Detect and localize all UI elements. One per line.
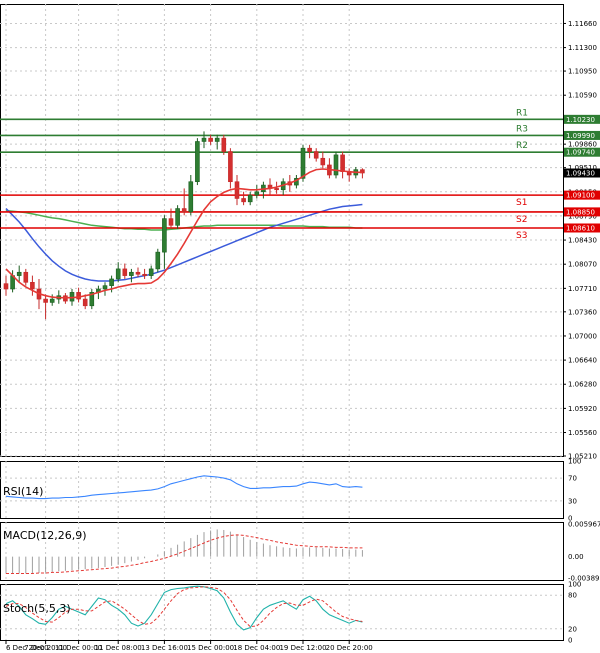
price-tick-label: 1.10950 [568, 68, 597, 76]
level-price-r3: 1.09990 [566, 132, 595, 140]
candle-body [333, 154, 339, 176]
price-tick-label: 1.06640 [568, 357, 597, 365]
candle-body [320, 157, 326, 166]
candle-body [340, 154, 345, 172]
candle-body [228, 151, 233, 183]
stoch-title: Stoch(5,5,3) [3, 602, 71, 615]
x-tick-label: 20 Dec 20:00 [326, 644, 373, 652]
x-tick-label: 19 Dec 12:00 [279, 644, 326, 652]
price-tick-label: 1.08430 [568, 237, 597, 245]
candle-body [181, 208, 187, 213]
x-tick-label: 18 Dec 04:00 [233, 644, 280, 652]
rsi-tick-label: 70 [568, 475, 577, 483]
price-tick-label: 1.07710 [568, 285, 597, 293]
candle-body [82, 298, 88, 307]
macd-tick-label: 0.00 [568, 553, 584, 561]
candle-body [214, 137, 220, 142]
candle-body [30, 282, 35, 290]
price-tick-label: 1.11300 [568, 44, 597, 52]
level-name-s1: S1 [516, 198, 527, 208]
candle-body [162, 218, 167, 253]
rsi-tick-label: 30 [568, 497, 577, 505]
candle-body [155, 251, 161, 270]
candle-body [195, 141, 200, 183]
candle-body [23, 271, 29, 283]
price-frame [0, 4, 564, 457]
price-tick-label: 1.09860 [568, 141, 597, 149]
candle-body [234, 181, 240, 199]
rsi-tick-label: 100 [568, 458, 581, 466]
candle-body [109, 278, 114, 286]
candle-body [241, 198, 246, 203]
candle-body [208, 137, 213, 142]
candle-body [247, 194, 253, 203]
candle-body [76, 292, 81, 300]
candle-body [300, 147, 306, 179]
candle-body [313, 151, 319, 159]
level-price-r2: 1.09740 [566, 149, 595, 157]
candle-body [188, 181, 194, 213]
stoch-frame [0, 584, 564, 641]
x-tick-label: 13 Dec 16:00 [141, 644, 188, 652]
candle-body [148, 268, 154, 276]
level-name-r2: R2 [516, 141, 528, 151]
candle-body [49, 298, 55, 303]
chart-root: R3 R2 R1 S1 S2 S3 RSI(14) MACD(12,26,9) Stoch… [0, 0, 600, 653]
candle-body [69, 292, 75, 302]
level-name-s2: S2 [516, 215, 527, 225]
price-tick-label: 1.08070 [568, 261, 597, 269]
stoch-tick-label: 80 [568, 592, 577, 600]
macd-title: MACD(12,26,9) [3, 529, 87, 542]
candle-body [135, 271, 141, 275]
level-price-s2: 1.08850 [566, 208, 595, 216]
price-tick-label: 1.07360 [568, 308, 597, 316]
stoch-tick-label: 0 [568, 637, 572, 645]
candle-body [254, 191, 260, 196]
x-tick-label: 15 Dec 00:00 [187, 644, 234, 652]
chart-background-layer [0, 4, 564, 641]
candle-body [129, 271, 134, 276]
candle-body [307, 147, 312, 152]
level-name-r3: R3 [516, 124, 528, 134]
candle-body [122, 268, 128, 276]
candle-body [43, 298, 48, 303]
price-tick-label: 1.05560 [568, 429, 597, 437]
level-price-r1: 1.10230 [566, 116, 595, 124]
level-name-s3: S3 [516, 231, 527, 241]
stoch-tick-label: 100 [568, 581, 581, 589]
price-tick-label: 1.06280 [568, 381, 597, 389]
stoch-tick-label: 20 [568, 625, 577, 633]
candle-body [3, 283, 9, 290]
rsi-title: RSI(14) [3, 485, 43, 498]
level-price-s3: 1.08610 [566, 224, 595, 232]
candle-body [102, 285, 108, 290]
level-price-s1: 1.09100 [566, 192, 595, 200]
candle-body [221, 137, 227, 152]
level-name-r1: R1 [516, 108, 528, 118]
current-price-label: 1.09430 [566, 169, 595, 177]
candle-body [16, 271, 22, 276]
rsi-frame [0, 461, 564, 519]
candle-body [168, 218, 174, 226]
price-tick-label: 1.07000 [568, 332, 597, 340]
price-tick-label: 1.10590 [568, 92, 597, 100]
candle-body [142, 273, 147, 276]
price-tick-label: 1.05920 [568, 405, 597, 413]
x-tick-label: 11 Dec 08:00 [95, 644, 142, 652]
candle-body [175, 208, 180, 226]
trading-chart: R3 R2 R1 S1 S2 S3 RSI(14) MACD(12,26,9) Stoch… [0, 4, 600, 652]
candle-body [201, 137, 207, 142]
price-tick-label: 1.11660 [568, 20, 597, 28]
macd-tick-label: 0.005967 [568, 521, 600, 529]
candle-body [274, 188, 279, 191]
candle-body [115, 268, 121, 280]
